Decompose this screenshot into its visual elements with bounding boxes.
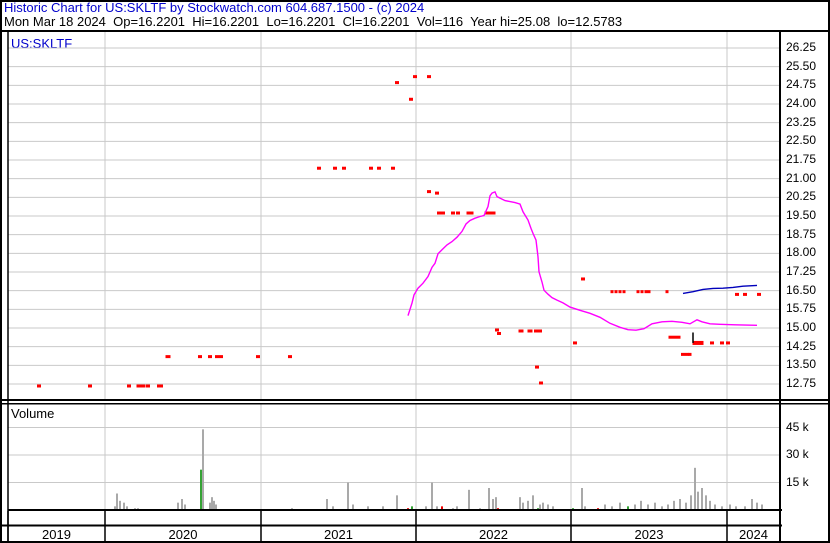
year-label: 2021 xyxy=(324,527,353,542)
price-tick-label: 13.50 xyxy=(786,357,817,372)
price-tick-label: 16.50 xyxy=(786,282,817,297)
price-tick-label: 12.75 xyxy=(786,376,817,390)
price-tick-label: 22.50 xyxy=(786,133,817,148)
price-tick-label: 14.25 xyxy=(786,338,817,353)
price-tick-label: 15.00 xyxy=(786,320,817,334)
price-tick-label: 19.50 xyxy=(786,208,817,222)
price-tick-label: 21.75 xyxy=(786,152,817,166)
price-tick-label: 23.25 xyxy=(786,114,817,129)
chart-canvas xyxy=(0,0,830,543)
volume-tick-label: 15 k xyxy=(786,474,809,489)
price-tick-label: 20.25 xyxy=(786,189,817,204)
volume-tick-label: 30 k xyxy=(786,447,809,461)
price-tick-label: 25.50 xyxy=(786,58,817,73)
price-tick-label: 26.25 xyxy=(786,40,817,54)
year-label: 2022 xyxy=(479,527,508,542)
historic-chart-window: Historic Chart for US:SKLTF by Stockwatc… xyxy=(0,0,830,543)
year-label: 2019 xyxy=(42,527,71,542)
price-tick-label: 24.75 xyxy=(786,77,817,92)
year-label: 2020 xyxy=(168,527,198,542)
price-tick-label: 17.25 xyxy=(786,264,817,278)
year-label: 2024 xyxy=(739,527,768,542)
volume-tick-label: 45 k xyxy=(786,419,809,434)
price-tick-label: 24.00 xyxy=(786,96,817,110)
price-tick-label: 15.75 xyxy=(786,301,817,316)
price-tick-label: 18.00 xyxy=(786,245,817,260)
price-tick-label: 18.75 xyxy=(786,226,817,241)
price-tick-label: 21.00 xyxy=(786,170,817,185)
year-label: 2023 xyxy=(634,527,664,542)
